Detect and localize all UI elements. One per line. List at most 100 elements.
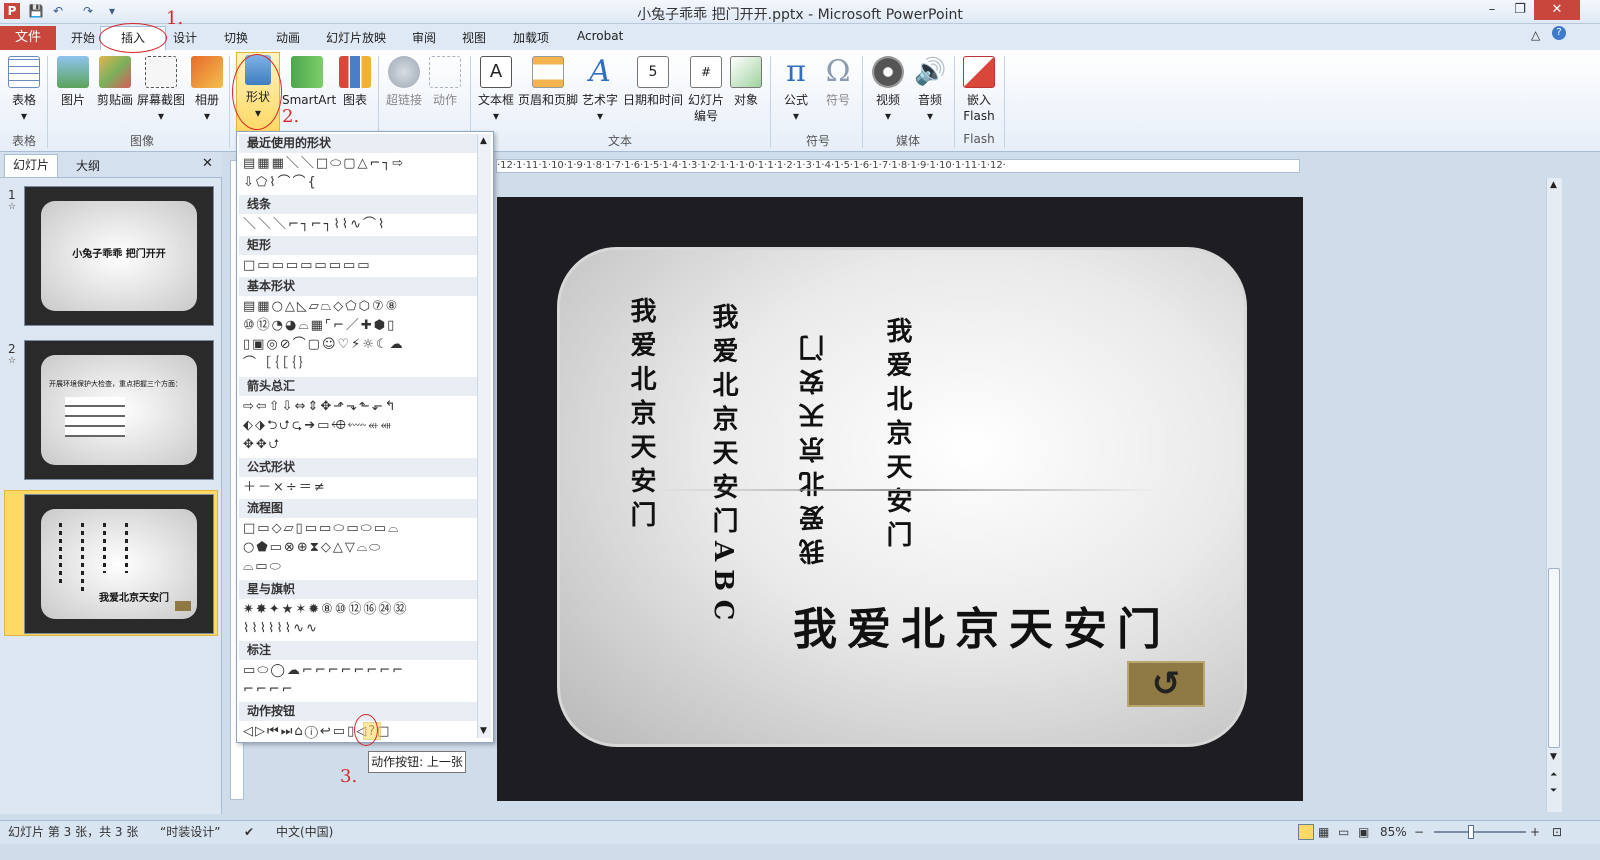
slide-number: 2 — [8, 342, 16, 356]
restore-button[interactable]: ❐ — [1506, 0, 1534, 20]
zoom-out-button[interactable]: − — [1414, 821, 1424, 843]
shapes-row[interactable]: ⌇⌇⌇⌇⌇⌇∿∿ — [243, 620, 475, 638]
next-slide-icon[interactable]: ⏷ — [1550, 786, 1557, 796]
screenshot-button[interactable]: 屏幕截图 ▾ — [136, 54, 186, 124]
group-separator — [954, 56, 955, 148]
slide-canvas[interactable]: 我爱北京天安门 我爱北京天安门ABC 我爱北京天安门 我爱北京天安门 我爱北京天… — [497, 197, 1303, 801]
album-button[interactable]: 相册 ▾ — [190, 54, 224, 124]
tab-home[interactable]: 开始 — [71, 29, 95, 46]
shapes-row[interactable]: □▭◇▱▯▭▭⬭▭⬭▭⌓ — [243, 520, 475, 538]
video-button[interactable]: 视频 ▾ — [868, 54, 908, 124]
gallery-scrollbar[interactable]: ▲ ▼ — [477, 134, 491, 738]
theme-name[interactable]: “时装设计” — [160, 821, 220, 843]
annotation-ring-action-button — [354, 714, 378, 746]
tab-acrobat[interactable]: Acrobat — [577, 29, 623, 43]
symbol-button[interactable]: Ω 符号 — [818, 54, 858, 108]
shapes-row[interactable]: ⬖⬗⮌⮍⮎➔▭⬲⬳⬴⬵ — [243, 417, 475, 435]
group-separator — [1004, 56, 1005, 148]
scroll-thumb[interactable] — [1548, 568, 1560, 748]
vertical-text-1[interactable]: 我爱北京天安门 — [623, 297, 660, 535]
tab-slides[interactable]: 幻灯片 — [4, 154, 58, 177]
vertical-text-3[interactable]: 我爱北京天安门 — [795, 327, 832, 565]
close-button[interactable]: ✕ — [1534, 0, 1580, 20]
slide-sorter-icon[interactable]: ▦ — [1318, 821, 1329, 843]
slide-thumbnail-2[interactable]: 开展环境保护大检查，重点把握三个方面： — [24, 340, 214, 480]
normal-view-icon[interactable] — [1298, 824, 1314, 840]
table-button[interactable]: 表格 ▾ — [6, 54, 42, 124]
scroll-down-icon[interactable]: ▼ — [480, 726, 487, 736]
close-pane-icon[interactable]: ✕ — [202, 156, 213, 171]
slide-number-button[interactable]: # 幻灯片 编号 — [686, 54, 726, 124]
vertical-text-2[interactable]: 我爱北京天安门ABC — [705, 303, 742, 628]
shapes-row[interactable]: □▭▭▭▭▭▭▭▭ — [243, 257, 475, 275]
textbox-button[interactable]: A 文本框 ▾ — [476, 54, 516, 124]
zoom-slider-thumb[interactable] — [1468, 825, 1474, 839]
equation-button[interactable]: π 公式 ▾ — [776, 54, 816, 124]
shapes-row[interactable]: ▭⬭◯☁⌐⌐⌐⌐⌐⌐⌐⌐ — [243, 662, 475, 680]
scroll-up-icon[interactable]: ▲ — [480, 136, 487, 146]
previous-slide-icon[interactable]: ⏶ — [1550, 770, 1557, 780]
vertical-text-4[interactable]: 我爱北京天安门 — [879, 317, 916, 555]
shapes-row[interactable]: ＼＼＼⌐┐⌐┐⌇⌇∿⌒⌇ — [243, 216, 475, 234]
language-indicator[interactable]: 中文(中国) — [276, 821, 333, 843]
help-icon[interactable]: ? — [1552, 26, 1566, 40]
tab-view[interactable]: 视图 — [462, 29, 486, 46]
tab-design[interactable]: 设计 — [173, 29, 197, 46]
shapes-row[interactable]: ⇨⇦⇧⇩⇔⇕✥⬏⬎⬑⬐↰ — [243, 398, 475, 416]
header-footer-button[interactable]: 页眉和页脚 — [518, 54, 578, 108]
minimize-button[interactable]: – — [1478, 0, 1506, 20]
shapes-row[interactable]: ○⬟▭⊗⊕⧗◇△▽⌓⬭ — [243, 539, 475, 557]
slide-vertical-scrollbar[interactable]: ▲ ▼ ⏶ ⏷ — [1546, 178, 1562, 812]
star-icon: ☆ — [8, 356, 17, 366]
shapes-row[interactable]: ▤▦○△◺▱⏢◇⬠⬡⑦⑧ — [243, 298, 475, 316]
fit-slide-icon[interactable]: ⊡ — [1552, 821, 1562, 843]
shapes-row[interactable]: ⌒［｛［｛｝ — [243, 355, 475, 373]
shapes-row[interactable]: ⌐⌐⌐⌐ — [243, 681, 475, 699]
scroll-up-icon[interactable]: ▲ — [1550, 180, 1557, 190]
minimize-ribbon-icon[interactable]: △ — [1531, 28, 1540, 42]
shapes-row[interactable]: ✷✸✦★✶✹⑧⑩⑫⑯㉔㉜ — [243, 601, 475, 619]
embed-flash-button[interactable]: 嵌入 Flash — [958, 54, 1000, 124]
zoom-slider-track[interactable] — [1434, 831, 1526, 833]
tab-addins[interactable]: 加载项 — [513, 29, 549, 46]
table-icon — [8, 56, 40, 88]
category-stars-banners: 星与旗帜 — [239, 580, 477, 599]
tab-transitions[interactable]: 切换 — [224, 29, 248, 46]
tab-animations[interactable]: 动画 — [276, 29, 300, 46]
shapes-row[interactable]: ▤▦▦＼＼□⬭▢△⌐┐⇨ — [243, 155, 475, 173]
group-separator — [229, 56, 230, 148]
smartart-button[interactable]: SmartArt — [282, 54, 336, 108]
slide-thumbnail-3[interactable]: 我爱北京天安门 — [24, 494, 214, 634]
shapes-row[interactable]: ⑩⑫◔◕⌓▦⌜⌐／✚⬢▯ — [243, 317, 475, 335]
shapes-row[interactable]: ✥✥⮍ — [243, 436, 475, 454]
slide-thumbnail-1[interactable]: 小兔子乖乖 把门开开 — [24, 186, 214, 326]
horizontal-text[interactable]: 我爱北京天安门 — [793, 593, 1171, 657]
hyperlink-button[interactable]: 超链接 — [384, 54, 424, 108]
chart-button[interactable]: 图表 — [338, 54, 372, 108]
object-button[interactable]: 对象 — [728, 54, 764, 108]
datetime-button[interactable]: 5 日期和时间 — [622, 54, 684, 108]
omega-icon: Ω — [825, 54, 851, 89]
spellcheck-icon[interactable]: ✔ — [244, 821, 254, 843]
scroll-down-icon[interactable]: ▼ — [1550, 752, 1557, 762]
shapes-row[interactable]: ＋－×÷＝≠ — [243, 479, 475, 497]
audio-button[interactable]: 🔊 音频 ▾ — [910, 54, 950, 124]
reading-view-icon[interactable]: ▭ — [1338, 821, 1349, 843]
picture-button[interactable]: 图片 — [54, 54, 92, 108]
shapes-row[interactable]: ⌓▭⬭ — [243, 558, 475, 576]
zoom-level[interactable]: 85% — [1380, 821, 1407, 843]
zoom-in-button[interactable]: + — [1530, 821, 1540, 843]
slideshow-icon[interactable]: ▣ — [1358, 821, 1369, 843]
tab-slideshow[interactable]: 幻灯片放映 — [326, 29, 386, 46]
shapes-row[interactable]: ▯▣◎⊘⌒▢☺♡⚡☼☾☁ — [243, 336, 475, 354]
hyperlink-icon — [388, 56, 420, 88]
tab-outline[interactable]: 大纲 — [76, 157, 100, 174]
tab-file[interactable]: 文件 — [0, 26, 56, 50]
thumbnail-text: 开展环境保护大检查，重点把握三个方面： — [49, 380, 182, 388]
action-back-button[interactable]: ↺ — [1127, 661, 1205, 707]
clipart-button[interactable]: 剪贴画 — [94, 54, 136, 108]
action-button[interactable]: 动作 — [426, 54, 464, 108]
shapes-row[interactable]: ⇩⬠⌇⌒⌒{ — [243, 174, 475, 192]
tab-review[interactable]: 审阅 — [412, 29, 436, 46]
wordart-button[interactable]: A 艺术字 ▾ — [580, 54, 620, 124]
